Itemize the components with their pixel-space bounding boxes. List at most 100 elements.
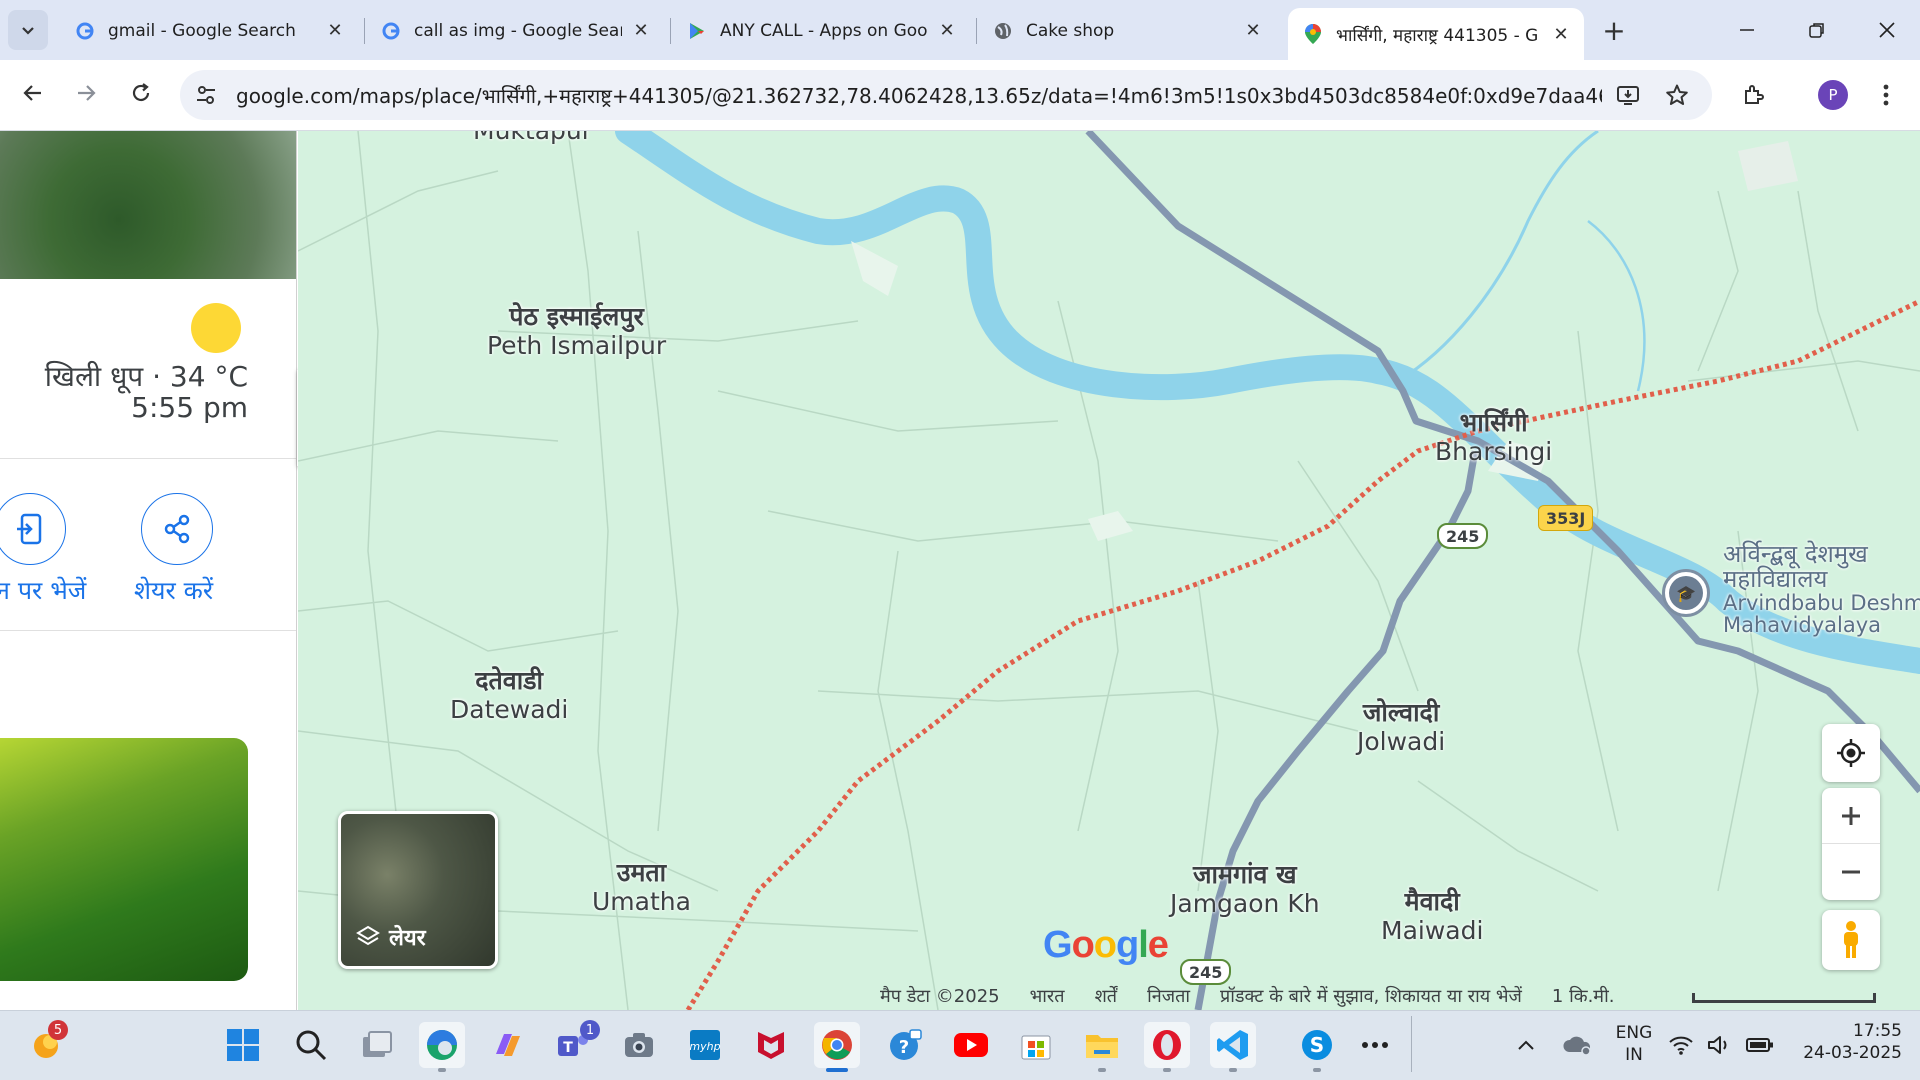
scale-label[interactable]: 1 कि.मी.: [1552, 984, 1615, 1008]
browser-menu-button[interactable]: [1866, 75, 1906, 115]
place-label-jamgaon-kh[interactable]: जामगांव ख Jamgaon Kh: [1170, 860, 1320, 919]
microsoft-store-icon[interactable]: [1013, 1022, 1059, 1068]
place-label-muktapur[interactable]: Muktapur: [473, 131, 592, 146]
zoom-controls: [1822, 788, 1880, 900]
map-attribution: मैप डेटा ©2025 भारत शर्तें निजता प्रॉडक्…: [880, 984, 1614, 1008]
send-to-phone-label[interactable]: न पर भेजें: [0, 573, 86, 607]
reload-button[interactable]: [121, 73, 161, 113]
privacy-link[interactable]: निजता: [1147, 984, 1190, 1008]
share-label[interactable]: शेयर करें: [134, 573, 213, 607]
chevron-up-icon: [1518, 1040, 1534, 1050]
install-app-button[interactable]: [1608, 75, 1648, 115]
zoom-in-button[interactable]: [1822, 788, 1880, 844]
url-text[interactable]: google.com/maps/place/भार्सिंगी,+महाराष्…: [236, 82, 1602, 109]
college-poi-marker[interactable]: 🎓: [1662, 569, 1710, 617]
road-shield-353j[interactable]: 353J: [1538, 505, 1594, 531]
search-button[interactable]: [288, 1022, 334, 1068]
zoom-out-button[interactable]: [1822, 844, 1880, 900]
layers-button[interactable]: लेयर: [338, 811, 498, 969]
clock[interactable]: 17:55 24-03-2025: [1788, 1020, 1902, 1064]
vscode-icon[interactable]: [1210, 1022, 1256, 1068]
tab-call-as-img[interactable]: call as img - Google Sear ✕: [366, 9, 664, 52]
profile-avatar[interactable]: P: [1818, 80, 1848, 110]
road-shield-245-south[interactable]: 245: [1180, 959, 1232, 985]
mcafee-icon[interactable]: [748, 1022, 794, 1068]
reload-icon: [132, 83, 150, 102]
taskbar-divider: [1411, 1016, 1412, 1072]
place-label-maiwadi[interactable]: मैवादी Maiwadi: [1381, 887, 1483, 946]
onedrive-icon[interactable]: [1554, 1022, 1600, 1068]
close-icon[interactable]: ✕: [1550, 23, 1572, 45]
globe-icon: [992, 20, 1014, 42]
tab-search-button[interactable]: [8, 10, 48, 50]
place-photo-grass[interactable]: [0, 738, 248, 981]
close-icon[interactable]: ✕: [630, 20, 652, 42]
wifi-icon[interactable]: [1664, 1022, 1698, 1068]
map-canvas[interactable]: Muktapur पेठ इस्माईलपुर Peth Ismailpur भ…: [298, 131, 1920, 1010]
edge-browser-icon[interactable]: [419, 1022, 465, 1068]
tab-gmail-search[interactable]: gmail - Google Search ✕: [60, 9, 358, 52]
start-button[interactable]: [220, 1022, 266, 1068]
my-location-icon: [1837, 739, 1865, 767]
opera-icon[interactable]: [1144, 1022, 1190, 1068]
road-shield-245[interactable]: 245: [1437, 523, 1489, 549]
camera-icon[interactable]: [616, 1022, 662, 1068]
sun-icon: [191, 303, 241, 353]
map-data-credit[interactable]: मैप डेटा ©2025: [880, 984, 1000, 1008]
close-icon[interactable]: ✕: [324, 20, 346, 42]
place-label-peth-ismailpur[interactable]: पेठ इस्माईलपुर Peth Ismailpur: [487, 302, 666, 361]
more-apps-icon[interactable]: [1352, 1022, 1398, 1068]
tab-separator: [670, 18, 671, 44]
back-button[interactable]: [13, 73, 53, 113]
my-location-button[interactable]: [1822, 724, 1880, 782]
share-button[interactable]: [141, 493, 213, 565]
file-explorer-icon[interactable]: [1079, 1022, 1125, 1068]
battery-icon[interactable]: [1740, 1022, 1780, 1068]
task-view-button[interactable]: [354, 1022, 400, 1068]
bookmark-button[interactable]: [1657, 75, 1697, 115]
weather-condition: खिली धूप · 34 °C: [44, 360, 248, 393]
place-label-jolwadi[interactable]: जोल्वादी Jolwadi: [1357, 698, 1445, 757]
running-indicator: [438, 1068, 446, 1072]
street-view-pegman[interactable]: [1822, 910, 1880, 970]
myhp-icon[interactable]: myhp: [682, 1022, 728, 1068]
puzzle-icon: [1745, 85, 1764, 104]
tab-bharsingi-maps[interactable]: भार्सिंगी, महाराष्ट्र 441305 - G ✕: [1288, 8, 1584, 60]
new-tab-button[interactable]: +: [1596, 12, 1632, 48]
close-window-button[interactable]: [1864, 10, 1910, 50]
chrome-icon[interactable]: [814, 1022, 860, 1068]
place-photo[interactable]: [0, 131, 296, 279]
close-icon[interactable]: ✕: [936, 20, 958, 42]
stream: [1397, 131, 1599, 383]
country-link[interactable]: भारत: [1030, 984, 1065, 1008]
tab-any-call-play[interactable]: ANY CALL - Apps on Goo ✕: [672, 9, 970, 52]
youtube-icon[interactable]: [948, 1022, 994, 1068]
site-info-button[interactable]: [186, 75, 226, 115]
google-logo: Google: [1043, 924, 1169, 966]
copilot-icon[interactable]: [484, 1022, 530, 1068]
place-label-umatha[interactable]: उमता Umatha: [592, 858, 691, 917]
skype-icon[interactable]: S: [1294, 1022, 1340, 1068]
plus-icon: [1842, 806, 1860, 825]
weather-time: 5:55 pm: [131, 391, 248, 424]
place-label-bharsingi[interactable]: भार्सिंगी Bharsingi: [1435, 408, 1552, 467]
scale-bar[interactable]: [1692, 993, 1876, 1003]
terms-link[interactable]: शर्तें: [1095, 984, 1118, 1008]
restore-button[interactable]: [1794, 10, 1840, 50]
built-area: [1088, 511, 1133, 541]
feedback-link[interactable]: प्रॉडक्ट के बारे में सुझाव, शिकायत या रा…: [1220, 984, 1522, 1008]
show-hidden-icons[interactable]: [1503, 1022, 1549, 1068]
forward-button[interactable]: [66, 73, 106, 113]
tab-title: ANY CALL - Apps on Goo: [720, 20, 928, 41]
tab-cake-shop[interactable]: Cake shop ✕: [978, 9, 1276, 52]
volume-icon[interactable]: [1702, 1022, 1736, 1068]
college-poi-label[interactable]: अर्विन्द्बबू देशमुख महाविद्यालय Arvindba…: [1723, 541, 1920, 636]
close-icon[interactable]: ✕: [1242, 20, 1264, 42]
send-to-phone-button[interactable]: [0, 493, 66, 565]
minimize-button[interactable]: [1724, 10, 1770, 50]
language-indicator[interactable]: ENG IN: [1606, 1022, 1662, 1066]
place-label-datewadi[interactable]: दतेवाडी Datewadi: [450, 666, 568, 725]
close-icon: [1879, 22, 1895, 38]
extensions-button[interactable]: [1734, 75, 1774, 115]
help-icon[interactable]: ?: [882, 1022, 928, 1068]
